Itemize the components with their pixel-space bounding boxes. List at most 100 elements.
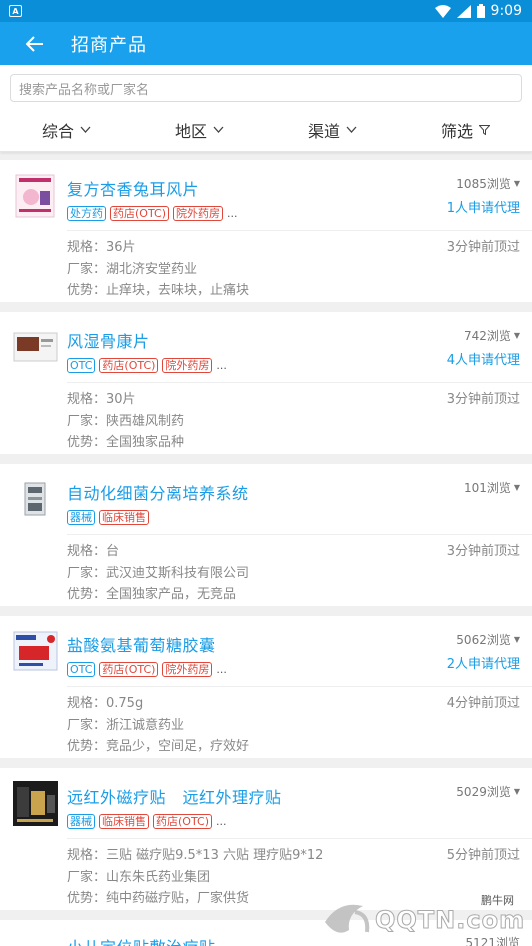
product-spec: 规格：30片 bbox=[67, 392, 136, 407]
wifi-icon bbox=[434, 4, 451, 18]
filter-label: 综合 bbox=[41, 121, 74, 141]
product-image bbox=[13, 173, 58, 218]
filter-label: 筛选 bbox=[440, 121, 473, 141]
agent-count: 1人申请代理 bbox=[446, 201, 520, 216]
filter-screen[interactable]: 筛选 bbox=[399, 118, 532, 142]
product-spec: 规格：36片 bbox=[67, 240, 136, 255]
caret-down-icon: ▼ bbox=[513, 483, 520, 492]
view-count: 1085浏览 ▼ bbox=[456, 177, 520, 191]
tag: 院外药房 bbox=[173, 206, 223, 221]
filter-region[interactable]: 地区 bbox=[133, 118, 266, 142]
filter-channel[interactable]: 渠道 bbox=[266, 118, 399, 142]
view-count: 5062浏览 ▼ bbox=[456, 633, 520, 647]
tag: 器械 bbox=[67, 510, 95, 525]
watermark-text-en: QQTN.com bbox=[374, 906, 526, 935]
chevron-down-icon bbox=[213, 126, 224, 133]
product-maker: 厂家：湖北济安堂药业 bbox=[67, 262, 198, 277]
tag: 药店(OTC) bbox=[153, 814, 212, 829]
agent-count: 2人申请代理 bbox=[446, 657, 520, 672]
more-tags: ... bbox=[216, 663, 227, 676]
product-image bbox=[13, 477, 58, 522]
product-name[interactable]: 复方杏香兔耳风片 bbox=[67, 176, 199, 200]
page-title: 招商产品 bbox=[71, 34, 147, 56]
view-count: 742浏览 ▼ bbox=[463, 329, 520, 343]
notification-icon: A bbox=[9, 5, 22, 17]
bump-time: 3分钟前顶过 bbox=[446, 392, 520, 407]
divider bbox=[67, 230, 532, 231]
tag: 临床销售 bbox=[99, 814, 149, 829]
product-maker: 厂家：陕西雄风制药 bbox=[67, 414, 185, 429]
tag-list: OTC 药店(OTC) 院外药房 ... bbox=[67, 662, 227, 677]
search-placeholder: 搜索产品名称或厂家名 bbox=[19, 82, 150, 98]
bump-time: 4分钟前顶过 bbox=[446, 696, 520, 711]
search-area: 搜索产品名称或厂家名 bbox=[0, 65, 532, 108]
view-count: 101浏览 ▼ bbox=[463, 481, 520, 495]
product-name[interactable]: 盐酸氨基葡萄糖胶囊 bbox=[67, 632, 216, 656]
product-name[interactable]: 小儿定位贴敷治疗贴 bbox=[67, 934, 216, 946]
tag: 院外药房 bbox=[162, 662, 213, 677]
divider bbox=[67, 382, 532, 383]
tag: 药店(OTC) bbox=[99, 662, 159, 677]
bump-time: 3分钟前顶过 bbox=[446, 544, 520, 559]
back-button[interactable] bbox=[24, 33, 46, 55]
status-bar: A 9:09 bbox=[0, 0, 532, 22]
product-card[interactable]: 盐酸氨基葡萄糖胶囊 5062浏览 ▼ 2人申请代理 OTC 药店(OTC) 院外药… bbox=[0, 616, 532, 758]
product-spec: 规格：台 bbox=[67, 544, 120, 559]
product-spec: 规格：0.75g bbox=[67, 696, 144, 711]
back-arrow-icon bbox=[26, 35, 43, 52]
battery-icon bbox=[476, 4, 485, 18]
divider bbox=[67, 838, 532, 839]
product-advantage: 优势：全国独家品种 bbox=[67, 435, 185, 450]
product-maker: 厂家：浙江诚意药业 bbox=[67, 718, 185, 733]
product-card[interactable]: 风湿骨康片 742浏览 ▼ 4人申请代理 OTC 药店(OTC) 院外药房 ...… bbox=[0, 312, 532, 454]
watermark-logo: 鹏牛网 QQTN.com bbox=[319, 892, 526, 942]
bump-time: 3分钟前顶过 bbox=[446, 240, 520, 255]
more-tags: ... bbox=[216, 359, 227, 372]
product-maker: 厂家：山东朱氏药业集团 bbox=[67, 870, 211, 885]
bump-time: 5分钟前顶过 bbox=[446, 848, 520, 863]
caret-down-icon: ▼ bbox=[513, 331, 520, 340]
tag-list: 器械 临床销售 药店(OTC) ... bbox=[67, 814, 227, 829]
product-image bbox=[13, 781, 58, 826]
tag-list: 处方药 药店(OTC) 院外药房 ... bbox=[67, 206, 238, 221]
chevron-down-icon bbox=[80, 126, 91, 133]
app-toolbar: 招商产品 bbox=[0, 22, 532, 65]
filter-bar: 综合 地区 渠道 筛选 bbox=[0, 108, 532, 152]
tag: 处方药 bbox=[67, 206, 106, 221]
filter-sort[interactable]: 综合 bbox=[0, 118, 133, 142]
tag: 院外药房 bbox=[162, 358, 213, 373]
product-card[interactable]: 自动化细菌分离培养系统 101浏览 ▼ 器械 临床销售 规格：台 厂家：武汉迪艾斯… bbox=[0, 464, 532, 606]
tag: 药店(OTC) bbox=[110, 206, 169, 221]
product-advantage: 优势：全国独家产品，无竞品 bbox=[67, 587, 237, 602]
more-tags: ... bbox=[227, 207, 238, 220]
clock: 9:09 bbox=[490, 3, 522, 19]
product-name[interactable]: 远红外磁疗贴 远红外理疗贴 bbox=[67, 784, 282, 808]
product-advantage: 优势：纯中药磁疗贴，厂家供货 bbox=[67, 891, 250, 906]
caret-down-icon: ▼ bbox=[513, 787, 520, 796]
tag-list: 器械 临床销售 bbox=[67, 510, 149, 525]
product-name[interactable]: 风湿骨康片 bbox=[67, 328, 150, 352]
tag: 临床销售 bbox=[99, 510, 149, 525]
product-advantage: 优势：竞品少，空间足，疗效好 bbox=[67, 739, 250, 754]
filter-label: 地区 bbox=[174, 121, 207, 141]
tag: OTC bbox=[67, 358, 96, 373]
tag: 药店(OTC) bbox=[99, 358, 159, 373]
caret-down-icon: ▼ bbox=[513, 635, 520, 644]
product-image bbox=[13, 325, 58, 370]
product-card[interactable]: 复方杏香兔耳风片 1085浏览 ▼ 1人申请代理 处方药 药店(OTC) 院外药房… bbox=[0, 160, 532, 302]
divider bbox=[67, 534, 532, 535]
product-list: 复方杏香兔耳风片 1085浏览 ▼ 1人申请代理 处方药 药店(OTC) 院外药房… bbox=[0, 152, 532, 946]
more-tags: ... bbox=[216, 815, 227, 828]
agent-count: 4人申请代理 bbox=[446, 353, 520, 368]
product-spec: 规格：三贴 磁疗贴9.5*13 六贴 理疗贴9*12 bbox=[67, 848, 324, 863]
search-input[interactable]: 搜索产品名称或厂家名 bbox=[10, 74, 522, 102]
filter-icon bbox=[479, 124, 490, 135]
tag-list: OTC 药店(OTC) 院外药房 ... bbox=[67, 358, 227, 373]
tag: 器械 bbox=[67, 814, 95, 829]
product-card[interactable]: 远红外磁疗贴 远红外理疗贴 5029浏览 ▼ 器械 临床销售 药店(OTC) ..… bbox=[0, 768, 532, 910]
product-advantage: 优势：止痒块，去味块，止痛块 bbox=[67, 283, 250, 298]
divider bbox=[67, 686, 532, 687]
product-name[interactable]: 自动化细菌分离培养系统 bbox=[67, 480, 249, 504]
tag: OTC bbox=[67, 662, 96, 677]
signal-icon bbox=[456, 4, 471, 18]
